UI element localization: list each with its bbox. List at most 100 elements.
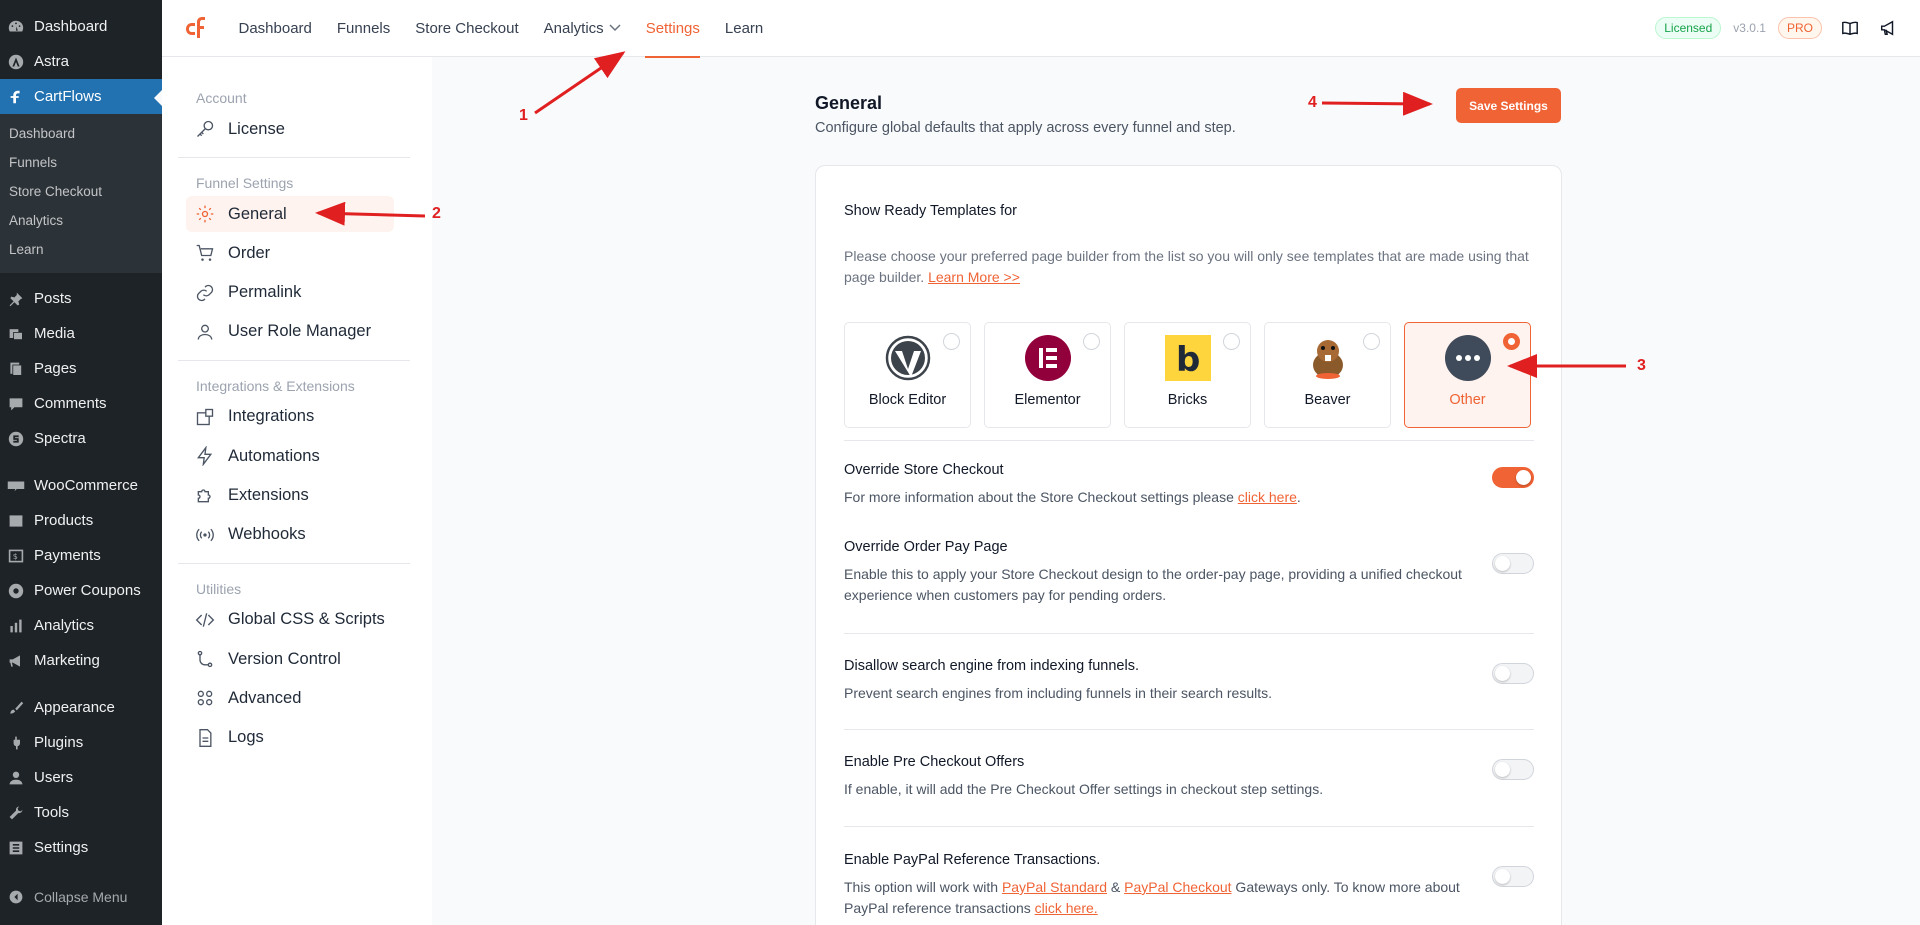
top-nav-learn[interactable]: Learn (712, 0, 775, 57)
wp-menu-label: Spectra (34, 430, 86, 447)
toggle-switch-on[interactable] (1492, 467, 1534, 488)
top-nav-funnels[interactable]: Funnels (324, 0, 402, 57)
wp-collapse-menu[interactable]: Collapse Menu (0, 879, 162, 914)
products-icon (6, 511, 26, 531)
megaphone-icon (6, 651, 26, 671)
wp-menu-power-coupons[interactable]: Power Coupons (0, 573, 162, 608)
setting-title: Enable Pre Checkout Offers (844, 754, 1025, 770)
settings-nav-user-role-manager[interactable]: User Role Manager (186, 314, 394, 350)
top-nav-settings[interactable]: Settings (633, 0, 712, 58)
divider (844, 633, 1534, 634)
wp-menu-woocommerce[interactable]: WooCommerce (0, 468, 162, 503)
cartflows-logo[interactable] (180, 11, 214, 45)
wp-menu-label: Media (34, 325, 75, 342)
plugin-icon (6, 733, 26, 753)
settings-nav-label: Permalink (228, 283, 302, 302)
wp-menu-marketing[interactable]: Marketing (0, 643, 162, 678)
annotation-number-3: 3 (1637, 357, 1646, 374)
paypal-standard-link[interactable]: PayPal Standard (1002, 879, 1107, 895)
paypal-checkout-link[interactable]: PayPal Checkout (1124, 879, 1231, 895)
wp-collapse-label: Collapse Menu (34, 888, 128, 905)
wp-menu-payments[interactable]: $ Payments (0, 538, 162, 573)
settings-nav-logs[interactable]: Logs (186, 720, 394, 756)
pages-icon (6, 359, 26, 379)
settings-nav-automations[interactable]: Automations (186, 438, 394, 474)
wp-submenu-analytics[interactable]: Analytics (0, 207, 162, 236)
divider (178, 562, 410, 564)
setting-description: If enable, it will add the Pre Checkout … (844, 781, 1324, 797)
toggle-switch[interactable] (1492, 663, 1534, 684)
wp-menu-media[interactable]: Media (0, 316, 162, 351)
radio-button[interactable] (943, 333, 960, 350)
radio-button[interactable] (1223, 333, 1240, 350)
builder-option-block-editor[interactable]: Block Editor (844, 322, 971, 428)
wp-menu-tools[interactable]: Tools (0, 795, 162, 830)
wp-menu-users[interactable]: Users (0, 760, 162, 795)
wp-menu-posts[interactable]: Posts (0, 281, 162, 316)
wp-menu-analytics[interactable]: Analytics (0, 608, 162, 643)
wp-menu-comments[interactable]: Comments (0, 386, 162, 421)
builder-option-other[interactable]: Other (1404, 322, 1531, 428)
wp-menu-pages[interactable]: Pages (0, 351, 162, 386)
settings-nav: Account License Funnel Settings General … (162, 57, 432, 925)
wp-submenu-store-checkout[interactable]: Store Checkout (0, 178, 162, 207)
puzzle-icon (194, 484, 216, 506)
builder-option-elementor[interactable]: Elementor (984, 322, 1111, 428)
toggle-switch[interactable] (1492, 553, 1534, 574)
settings-nav-global-css[interactable]: Global CSS & Scripts (186, 602, 394, 638)
click-here-link[interactable]: click here. (1035, 900, 1098, 916)
wp-menu-plugins[interactable]: Plugins (0, 725, 162, 760)
settings-nav-license[interactable]: License (186, 111, 394, 147)
top-nav-store-checkout[interactable]: Store Checkout (403, 0, 531, 57)
builder-option-beaver[interactable]: Beaver (1264, 322, 1391, 428)
toggle-switch[interactable] (1492, 866, 1534, 887)
wp-menu-label: Pages (34, 360, 77, 377)
wp-menu-label: Analytics (34, 617, 95, 634)
click-here-link[interactable]: click here (1238, 489, 1297, 505)
settings-nav-extensions[interactable]: Extensions (186, 477, 394, 513)
megaphone-icon[interactable] (1878, 18, 1898, 38)
settings-nav-advanced[interactable]: Advanced (186, 680, 394, 716)
learn-more-link[interactable]: Learn More >> (928, 269, 1020, 285)
settings-nav-label: Order (228, 243, 271, 262)
settings-nav-permalink[interactable]: Permalink (186, 275, 394, 311)
user-icon (6, 768, 26, 788)
wp-submenu-learn[interactable]: Learn (0, 236, 162, 265)
wp-menu-products[interactable]: Products (0, 503, 162, 538)
top-nav-dashboard[interactable]: Dashboard (226, 0, 324, 57)
wp-menu-label: Astra (34, 53, 70, 70)
wp-menu-appearance[interactable]: Appearance (0, 690, 162, 725)
book-icon[interactable] (1840, 18, 1860, 38)
git-branch-icon (194, 648, 216, 670)
wp-menu-label: Tools (34, 804, 70, 821)
settings-nav-integrations[interactable]: Integrations (186, 399, 394, 435)
radio-button[interactable] (1083, 333, 1100, 350)
settings-nav-label: Global CSS & Scripts (228, 610, 385, 629)
beaver-logo-icon (1305, 335, 1351, 381)
builder-option-bricks[interactable]: b Bricks (1124, 322, 1251, 428)
wp-menu-spectra[interactable]: Spectra (0, 421, 162, 456)
settings-nav-version-control[interactable]: Version Control (186, 641, 394, 677)
settings-nav-webhooks[interactable]: Webhooks (186, 517, 394, 553)
radio-button-checked[interactable] (1503, 333, 1520, 350)
annotation-number-2: 2 (432, 205, 441, 222)
radio-button[interactable] (1363, 333, 1380, 350)
wp-menu-cartflows[interactable]: CartFlows (0, 79, 162, 114)
wp-submenu-funnels[interactable]: Funnels (0, 149, 162, 178)
wp-menu-astra[interactable]: Astra (0, 44, 162, 79)
wp-menu-dashboard[interactable]: Dashboard (0, 9, 162, 44)
collapse-icon (6, 887, 26, 907)
svg-text:b: b (1176, 340, 1200, 380)
save-settings-button[interactable]: Save Settings (1456, 88, 1561, 123)
top-nav: Dashboard Funnels Store Checkout Analyti… (226, 0, 776, 58)
top-nav-analytics-label: Analytics (543, 19, 604, 37)
wp-menu-settings[interactable]: Settings (0, 830, 162, 865)
top-nav-analytics[interactable]: Analytics (531, 0, 633, 57)
toggle-switch[interactable] (1492, 759, 1534, 780)
setting-title: Override Order Pay Page (844, 539, 1008, 555)
setting-override-order-pay-page: Override Order Pay Page Enable this to a… (844, 539, 1534, 606)
settings-nav-general[interactable]: General (186, 196, 394, 232)
wp-submenu-dashboard[interactable]: Dashboard (0, 120, 162, 149)
settings-nav-order[interactable]: Order (186, 235, 394, 271)
broadcast-icon (194, 524, 216, 546)
